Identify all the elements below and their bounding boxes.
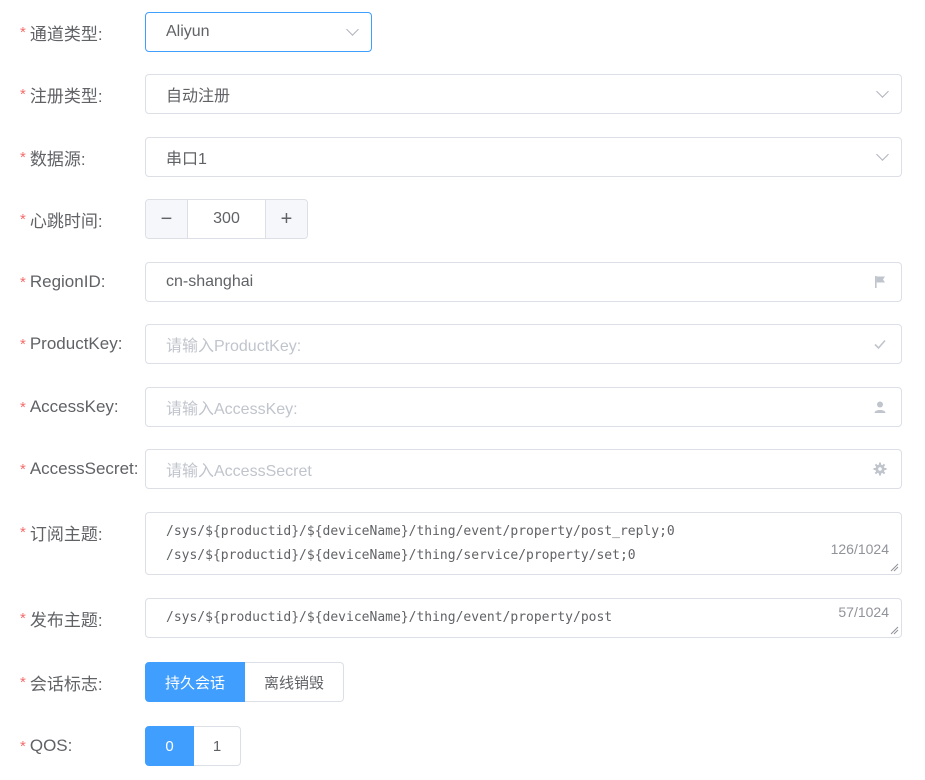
chevron-down-icon bbox=[876, 75, 889, 113]
resize-handle[interactable] bbox=[889, 625, 899, 635]
access-key-label: * AccessKey: bbox=[20, 387, 144, 427]
chevron-down-icon bbox=[876, 138, 889, 176]
access-key-input[interactable]: 请输入AccessKey: bbox=[145, 387, 902, 427]
session-flag-offline-destroy-button[interactable]: 离线销毁 bbox=[245, 662, 344, 702]
access-secret-label-text: AccessSecret: bbox=[29, 459, 139, 478]
required-mark: * bbox=[20, 460, 26, 478]
qos-1-button[interactable]: 1 bbox=[194, 726, 241, 766]
form-row-access-key: * AccessKey: 请输入AccessKey: bbox=[0, 387, 925, 427]
form-row-subscribe-topic: * 订阅主题: /sys/${productid}/${deviceName}/t… bbox=[0, 512, 925, 575]
form-row-qos: * QOS: 0 1 bbox=[0, 726, 925, 766]
session-flag-label-text: 会话标志: bbox=[29, 674, 103, 694]
form-row-register-type: * 注册类型: 自动注册 bbox=[0, 74, 925, 114]
required-mark: * bbox=[20, 673, 26, 691]
publish-topic-textarea[interactable]: /sys/${productid}/${deviceName}/thing/ev… bbox=[145, 598, 902, 638]
required-mark: * bbox=[20, 85, 26, 103]
channel-type-value: Aliyun bbox=[166, 23, 210, 40]
form-row-channel-type: * 通道类型: Aliyun bbox=[0, 12, 925, 52]
flag-icon bbox=[873, 263, 887, 301]
subscribe-topic-counter: 126/1024 bbox=[830, 541, 889, 557]
subscribe-topic-label-text: 订阅主题: bbox=[29, 524, 103, 544]
required-mark: * bbox=[20, 609, 26, 627]
register-type-label: * 注册类型: bbox=[20, 74, 144, 114]
form-row-access-secret: * AccessSecret: 请输入AccessSecret bbox=[0, 449, 925, 489]
session-flag-label: * 会话标志: bbox=[20, 662, 144, 702]
required-mark: * bbox=[20, 23, 26, 41]
form-row-session-flag: * 会话标志: 持久会话 离线销毁 bbox=[0, 662, 925, 702]
heartbeat-stepper: − 300 + bbox=[145, 199, 308, 239]
heartbeat-label-text: 心跳时间: bbox=[29, 211, 103, 231]
data-source-value: 串口1 bbox=[166, 151, 207, 168]
gear-icon bbox=[873, 450, 887, 488]
qos-label-text: QOS: bbox=[29, 736, 73, 755]
form-row-region-id: * RegionID: cn-shanghai bbox=[0, 262, 925, 302]
region-id-label-text: RegionID: bbox=[29, 272, 106, 291]
data-source-label: * 数据源: bbox=[20, 137, 144, 177]
channel-type-label: * 通道类型: bbox=[20, 12, 144, 52]
access-key-placeholder: 请输入AccessKey: bbox=[166, 401, 298, 418]
product-key-label-text: ProductKey: bbox=[29, 334, 123, 353]
check-icon bbox=[873, 325, 887, 363]
required-mark: * bbox=[20, 273, 26, 291]
form-row-product-key: * ProductKey: 请输入ProductKey: bbox=[0, 324, 925, 364]
access-secret-label: * AccessSecret: bbox=[20, 449, 144, 489]
publish-topic-value: /sys/${productid}/${deviceName}/thing/ev… bbox=[166, 610, 613, 625]
required-mark: * bbox=[20, 523, 26, 541]
heartbeat-label: * 心跳时间: bbox=[20, 199, 144, 239]
subscribe-topic-label: * 订阅主题: bbox=[20, 512, 144, 552]
resize-handle[interactable] bbox=[889, 562, 899, 572]
heartbeat-input[interactable]: 300 bbox=[188, 200, 265, 238]
publish-topic-label: * 发布主题: bbox=[20, 598, 144, 638]
increment-button[interactable]: + bbox=[265, 200, 307, 238]
region-id-value: cn-shanghai bbox=[166, 273, 254, 290]
region-id-label: * RegionID: bbox=[20, 262, 144, 302]
qos-radio-group: 0 1 bbox=[145, 726, 241, 766]
form-row-data-source: * 数据源: 串口1 bbox=[0, 137, 925, 177]
form-row-publish-topic: * 发布主题: /sys/${productid}/${deviceName}/t… bbox=[0, 598, 925, 638]
product-key-placeholder: 请输入ProductKey: bbox=[166, 338, 302, 355]
required-mark: * bbox=[20, 148, 26, 166]
subscribe-topic-textarea[interactable]: /sys/${productid}/${deviceName}/thing/ev… bbox=[145, 512, 902, 575]
channel-type-label-text: 通道类型: bbox=[29, 24, 103, 44]
chevron-down-icon bbox=[346, 13, 359, 51]
channel-type-select[interactable]: Aliyun bbox=[145, 12, 372, 52]
required-mark: * bbox=[20, 210, 26, 228]
region-id-input[interactable]: cn-shanghai bbox=[145, 262, 902, 302]
register-type-label-text: 注册类型: bbox=[29, 86, 103, 106]
access-secret-input[interactable]: 请输入AccessSecret bbox=[145, 449, 902, 489]
required-mark: * bbox=[20, 737, 26, 755]
decrement-button[interactable]: − bbox=[146, 200, 188, 238]
subscribe-topic-value: /sys/${productid}/${deviceName}/thing/ev… bbox=[166, 524, 675, 563]
qos-0-button[interactable]: 0 bbox=[145, 726, 194, 766]
required-mark: * bbox=[20, 335, 26, 353]
session-flag-persistent-button[interactable]: 持久会话 bbox=[145, 662, 245, 702]
required-mark: * bbox=[20, 398, 26, 416]
qos-label: * QOS: bbox=[20, 726, 144, 766]
session-flag-radio-group: 持久会话 离线销毁 bbox=[145, 662, 344, 702]
data-source-label-text: 数据源: bbox=[29, 149, 86, 169]
access-secret-placeholder: 请输入AccessSecret bbox=[166, 463, 312, 480]
product-key-input[interactable]: 请输入ProductKey: bbox=[145, 324, 902, 364]
register-type-value: 自动注册 bbox=[166, 88, 231, 105]
register-type-select[interactable]: 自动注册 bbox=[145, 74, 902, 114]
user-icon bbox=[873, 388, 887, 426]
publish-topic-counter: 57/1024 bbox=[838, 604, 889, 620]
publish-topic-label-text: 发布主题: bbox=[29, 610, 103, 630]
form-row-heartbeat: * 心跳时间: − 300 + bbox=[0, 199, 925, 239]
access-key-label-text: AccessKey: bbox=[29, 397, 119, 416]
data-source-select[interactable]: 串口1 bbox=[145, 137, 902, 177]
product-key-label: * ProductKey: bbox=[20, 324, 144, 364]
